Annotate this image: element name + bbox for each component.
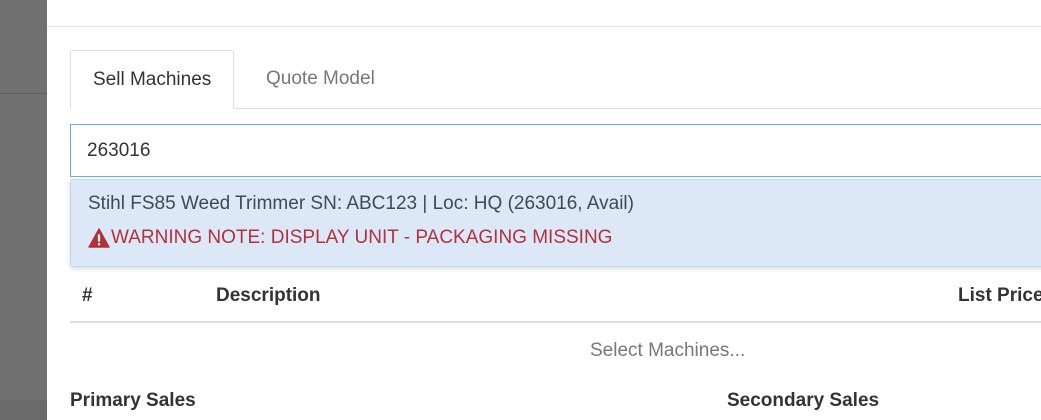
- exclamation-triangle-icon: [88, 228, 110, 248]
- result-warning: WARNING NOTE: DISPLAY UNIT - PACKAGING M…: [88, 227, 612, 249]
- tab-quote-model[interactable]: Quote Model: [244, 50, 397, 108]
- search-result-item[interactable]: Stihl FS85 Weed Trimmer SN: ABC123 | Loc…: [70, 179, 1041, 267]
- column-header-description: Description: [216, 285, 321, 306]
- column-header-list-price: List Price: [958, 285, 1041, 306]
- result-title: Stihl FS85 Weed Trimmer SN: ABC123 | Loc…: [88, 193, 634, 214]
- modal-backdrop[interactable]: [0, 0, 47, 400]
- secondary-sales-label: Secondary Sales: [727, 390, 880, 411]
- backdrop-divider: [0, 93, 47, 94]
- tab-sell-machines[interactable]: Sell Machines: [70, 50, 235, 109]
- table-header-divider: [70, 321, 1041, 323]
- tab-bar: Sell Machines Quote Model: [70, 50, 1041, 109]
- result-warning-text: WARNING NOTE: DISPLAY UNIT - PACKAGING M…: [111, 227, 613, 248]
- column-header-number: #: [82, 285, 93, 306]
- machine-search-input[interactable]: [70, 124, 1041, 177]
- modal-header: [47, 0, 1041, 27]
- table-empty-message: Select Machines...: [590, 340, 746, 361]
- sell-machines-modal: Sell Machines Quote Model Stihl FS85 Wee…: [47, 0, 1041, 420]
- primary-sales-label: Primary Sales: [70, 390, 196, 411]
